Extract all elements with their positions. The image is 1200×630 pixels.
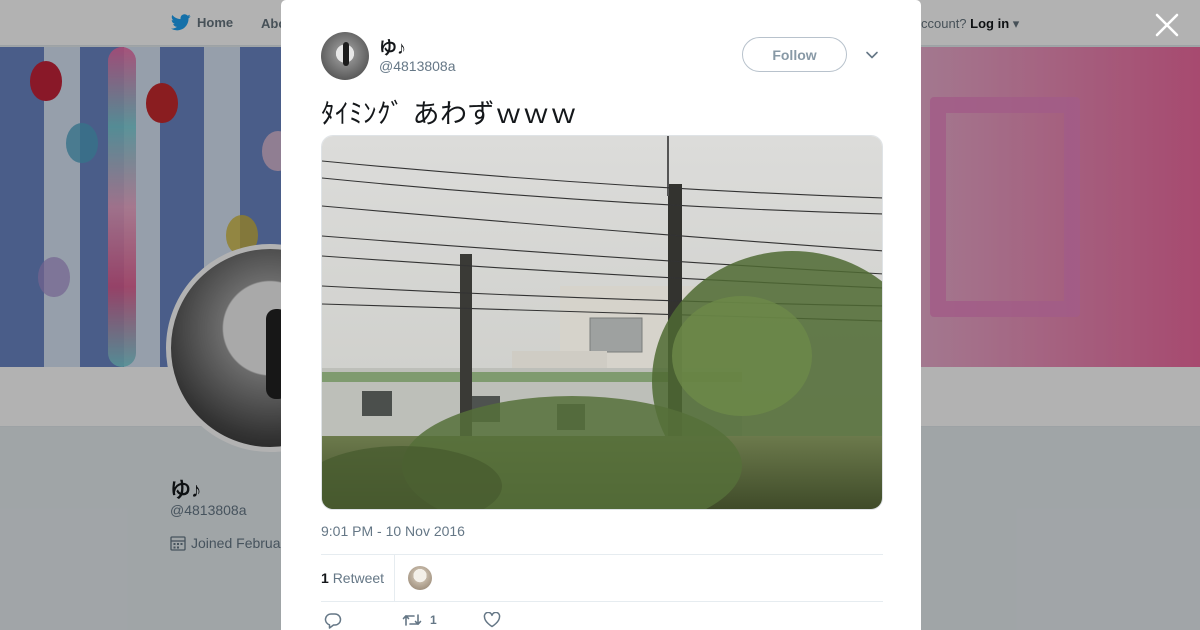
author-name[interactable]: ゆ♪ [379,34,406,60]
retweet-icon [402,614,422,626]
tweet-photo-image [322,136,882,509]
tweet-timestamp[interactable]: 9:01 PM - 10 Nov 2016 [321,523,465,539]
stage: Home Abo ccount? Log in ▾ ゆ♪ @4813808a J… [0,0,1200,630]
retweet-stat[interactable]: 1 Retweet [321,570,384,586]
heart-icon [483,612,501,628]
close-icon[interactable] [1154,12,1180,38]
author-handle[interactable]: @4813808a [379,58,456,74]
author-avatar[interactable] [321,32,369,80]
retweet-count: 1 [321,570,329,586]
tweet-modal: ゆ♪ @4813808a Follow ﾀｲﾐﾝｸﾞ あわずｗｗｗ 9:01 P… [281,0,921,630]
retweet-action-count: 1 [430,613,437,627]
tweet-photo[interactable] [321,135,883,510]
stats-divider [394,555,395,602]
retweet-stat-label: Retweet [332,570,385,586]
retweet-button[interactable]: 1 [402,612,437,628]
tweet-actions: 1 [321,612,621,630]
follow-button[interactable]: Follow [742,37,847,72]
tweet-text: ﾀｲﾐﾝｸﾞ あわずｗｗｗ [321,99,578,129]
reply-icon [324,613,342,629]
retweeter-avatar[interactable] [408,566,432,590]
tweet-stats: 1 Retweet [321,554,883,602]
like-button[interactable] [483,612,501,628]
reply-button[interactable] [324,612,342,629]
chevron-down-icon[interactable] [864,47,880,63]
